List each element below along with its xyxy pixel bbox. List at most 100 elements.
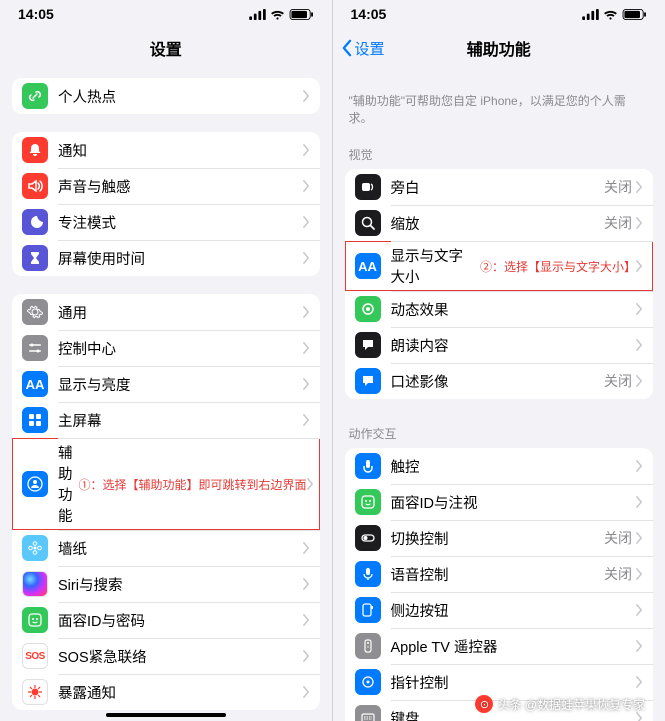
faceid-attn-icon bbox=[355, 489, 381, 515]
row-label: 专注模式 bbox=[58, 212, 303, 233]
settings-row[interactable]: 动态效果 bbox=[345, 291, 654, 327]
row-label: SOS紧急联络 bbox=[58, 646, 303, 667]
settings-row[interactable]: 面容ID与注视 bbox=[345, 484, 654, 520]
pointer-icon bbox=[355, 669, 381, 695]
back-button[interactable]: 设置 bbox=[341, 38, 385, 59]
audiodesc-icon bbox=[355, 368, 381, 394]
settings-row[interactable]: 朗读内容 bbox=[345, 327, 654, 363]
hotspot-icon bbox=[22, 83, 48, 109]
row-label: 面容ID与密码 bbox=[58, 610, 303, 631]
display-icon: AA bbox=[22, 371, 48, 397]
settings-row[interactable]: 通知 bbox=[12, 132, 320, 168]
settings-row[interactable]: 墙纸 bbox=[12, 530, 320, 566]
row-label: 声音与触感 bbox=[58, 176, 303, 197]
row-label: 屏幕使用时间 bbox=[58, 248, 303, 269]
row-label: 口述影像 bbox=[391, 371, 605, 392]
homescreen-icon bbox=[22, 407, 48, 433]
settings-row[interactable]: 口述影像关闭 bbox=[345, 363, 654, 399]
settings-row[interactable]: 触控 bbox=[345, 448, 654, 484]
settings-row[interactable]: 通用 bbox=[12, 294, 320, 330]
voiceover-icon bbox=[355, 174, 381, 200]
chevron-right-icon bbox=[307, 478, 314, 490]
settings-group: 通用控制中心 AA显示与亮度主屏幕辅助功能①：选择【辅助功能】即可跳转到右边界面墙… bbox=[12, 294, 320, 710]
home-indicator[interactable] bbox=[106, 713, 226, 717]
settings-row[interactable]: 暴露通知 bbox=[12, 674, 320, 710]
status-indicators bbox=[582, 9, 647, 20]
chevron-right-icon bbox=[303, 614, 310, 626]
back-label: 设置 bbox=[355, 38, 385, 59]
zoom-icon bbox=[355, 210, 381, 236]
settings-row[interactable]: 语音控制关闭 bbox=[345, 556, 654, 592]
row-label: 缩放 bbox=[391, 213, 605, 234]
row-detail: 关闭 bbox=[604, 213, 632, 233]
chevron-right-icon bbox=[303, 180, 310, 192]
section-header: 视觉 bbox=[333, 132, 665, 169]
wifi-icon bbox=[270, 9, 285, 20]
settings-row[interactable]: 面容ID与密码 bbox=[12, 602, 320, 638]
settings-row[interactable]: 专注模式 bbox=[12, 204, 320, 240]
right-screen: 14:05 设置 辅助功能 "辅助功能"可帮助您自定 iPhone，以满足您的个… bbox=[333, 0, 665, 721]
chevron-right-icon bbox=[636, 604, 643, 616]
wifi-icon bbox=[603, 9, 618, 20]
settings-row[interactable]: Siri与搜索 bbox=[12, 566, 320, 602]
row-label: 侧边按钮 bbox=[391, 600, 637, 621]
spoken-icon bbox=[355, 332, 381, 358]
chevron-right-icon bbox=[636, 568, 643, 580]
page-title: 设置 bbox=[150, 36, 182, 60]
settings-row[interactable]: Apple TV 遥控器 bbox=[345, 628, 654, 664]
sos-icon: SOS bbox=[22, 643, 48, 669]
chevron-right-icon bbox=[303, 306, 310, 318]
status-time: 14:05 bbox=[351, 6, 387, 22]
chevron-right-icon bbox=[303, 650, 310, 662]
accessibility-icon bbox=[22, 471, 48, 497]
battery-icon bbox=[622, 9, 647, 20]
row-detail: 关闭 bbox=[604, 371, 632, 391]
settings-row[interactable]: 主屏幕 bbox=[12, 402, 320, 438]
settings-row[interactable]: AA显示与文字大小②：选择【显示与文字大小】 bbox=[345, 241, 654, 291]
chevron-right-icon bbox=[303, 90, 310, 102]
intro-text: "辅助功能"可帮助您自定 iPhone，以满足您的个人需求。 bbox=[333, 68, 665, 132]
chevron-right-icon bbox=[303, 414, 310, 426]
chevron-right-icon bbox=[303, 144, 310, 156]
row-label: 控制中心 bbox=[58, 338, 303, 359]
accessibility-list[interactable]: "辅助功能"可帮助您自定 iPhone，以满足您的个人需求。 视觉旁白关闭缩放关… bbox=[333, 68, 665, 721]
wallpaper-icon bbox=[22, 535, 48, 561]
focus-icon bbox=[22, 209, 48, 235]
settings-row[interactable]: 切换控制关闭 bbox=[345, 520, 654, 556]
settings-row[interactable]: AA显示与亮度 bbox=[12, 366, 320, 402]
cellular-icon bbox=[582, 9, 599, 20]
settings-row[interactable]: 屏幕使用时间 bbox=[12, 240, 320, 276]
faceid-icon bbox=[22, 607, 48, 633]
chevron-right-icon bbox=[636, 260, 643, 272]
chevron-right-icon bbox=[636, 712, 643, 721]
siri-icon bbox=[22, 571, 48, 597]
settings-group: 个人热点 bbox=[12, 78, 320, 114]
settings-list[interactable]: 个人热点通知声音与触感专注模式屏幕使用时间通用控制中心AA显示与亮度主屏幕辅助功… bbox=[0, 68, 332, 721]
keyboards-icon bbox=[355, 705, 381, 721]
motion-icon bbox=[355, 296, 381, 322]
settings-row[interactable]: 控制中心 bbox=[12, 330, 320, 366]
nav-bar: 设置 辅助功能 bbox=[333, 28, 665, 68]
voicecontrol-icon bbox=[355, 561, 381, 587]
sidebutton-icon bbox=[355, 597, 381, 623]
settings-row[interactable]: 声音与触感 bbox=[12, 168, 320, 204]
watermark: ⊙ 头条 @数据蛙苹果恢复专家 bbox=[475, 695, 645, 713]
chevron-right-icon bbox=[303, 686, 310, 698]
settings-row[interactable]: 个人热点 bbox=[12, 78, 320, 114]
status-time: 14:05 bbox=[18, 6, 54, 22]
chevron-right-icon bbox=[303, 578, 310, 590]
row-label: 面容ID与注视 bbox=[391, 492, 637, 513]
settings-row[interactable]: 辅助功能①：选择【辅助功能】即可跳转到右边界面 bbox=[12, 438, 320, 530]
row-label: 辅助功能 bbox=[58, 442, 73, 526]
row-detail: 关闭 bbox=[604, 177, 632, 197]
settings-row[interactable]: 缩放关闭 bbox=[345, 205, 654, 241]
watermark-icon: ⊙ bbox=[475, 695, 493, 713]
row-label: 动态效果 bbox=[391, 299, 637, 320]
settings-row[interactable]: 旁白关闭 bbox=[345, 169, 654, 205]
row-label: 语音控制 bbox=[391, 564, 605, 585]
settings-row[interactable]: 侧边按钮 bbox=[345, 592, 654, 628]
chevron-right-icon bbox=[636, 676, 643, 688]
settings-row[interactable]: SOS SOS紧急联络 bbox=[12, 638, 320, 674]
row-detail: 关闭 bbox=[604, 528, 632, 548]
appletv-icon bbox=[355, 633, 381, 659]
